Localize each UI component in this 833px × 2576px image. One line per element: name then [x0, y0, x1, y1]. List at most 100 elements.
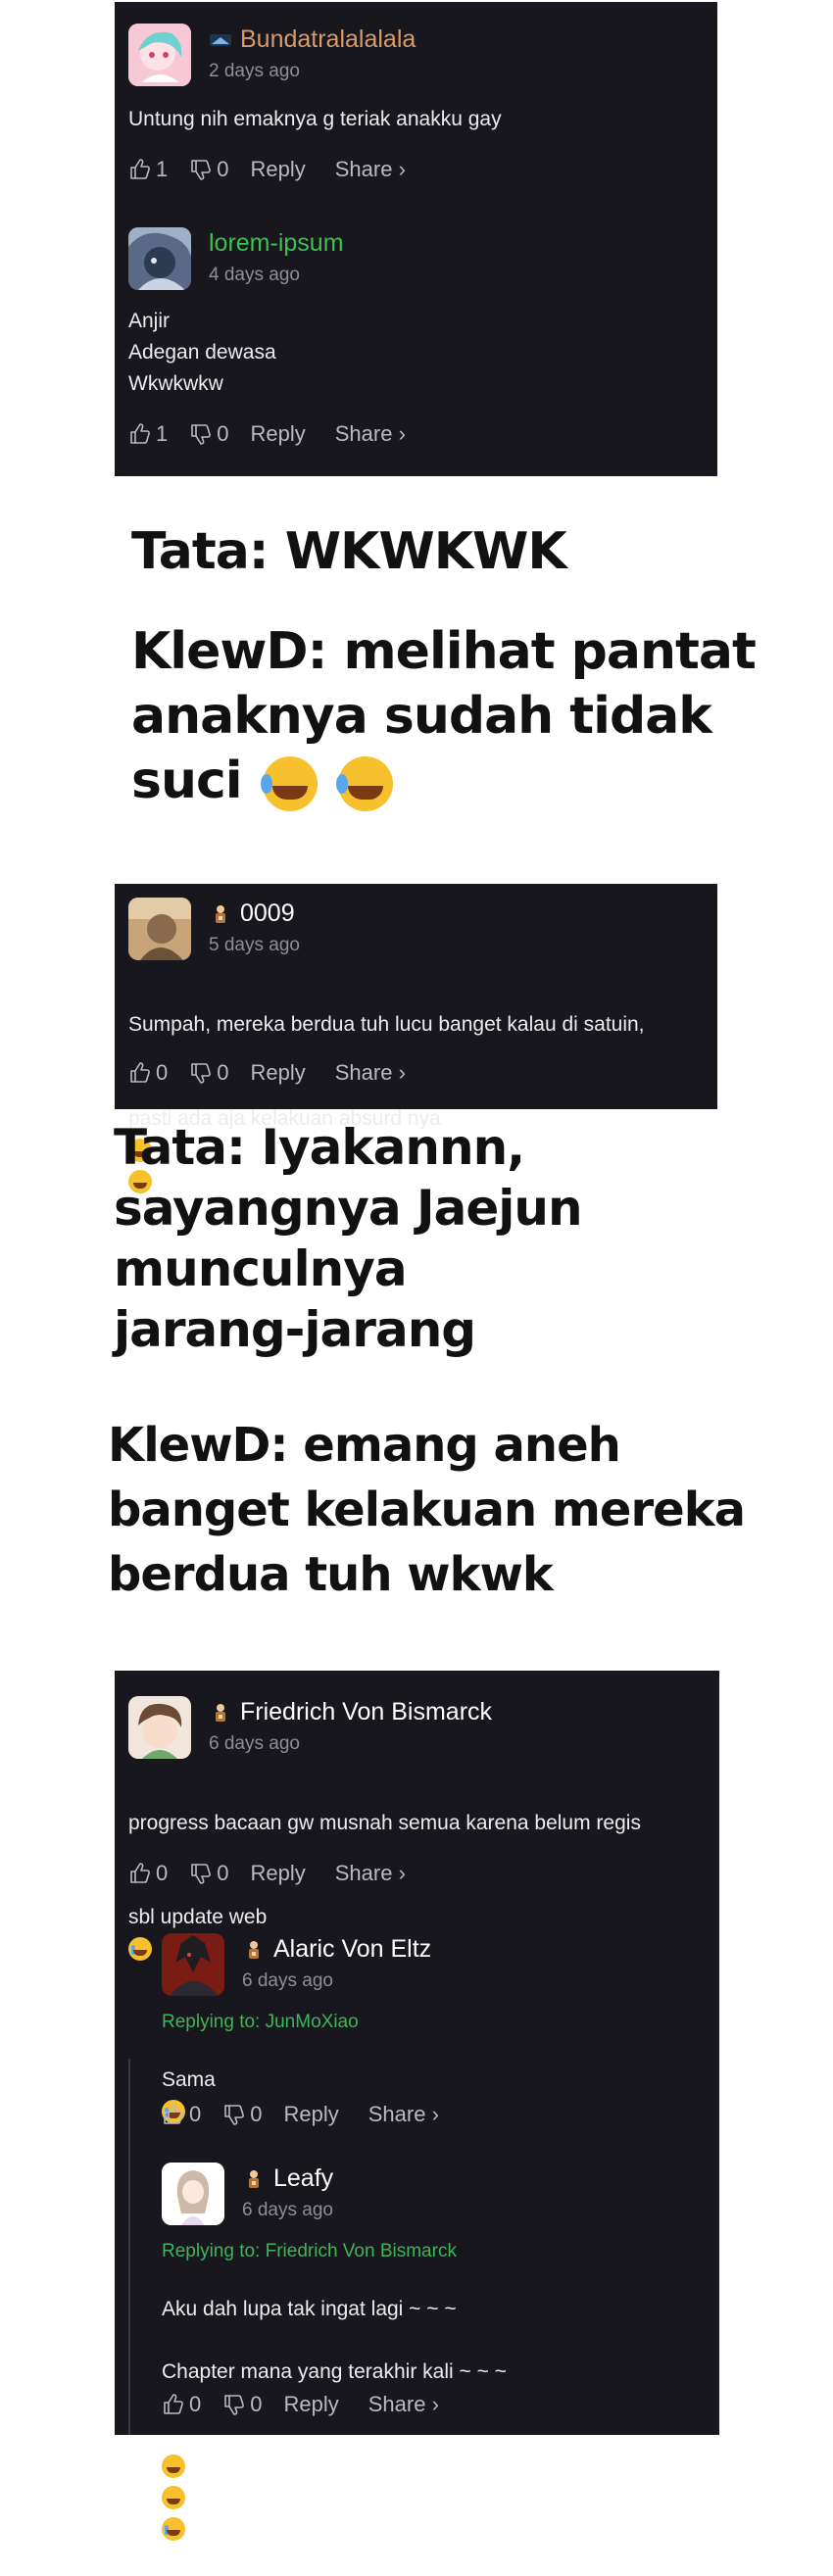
thumb-up-icon: [130, 159, 150, 179]
thumb-down-icon: [224, 2105, 245, 2125]
dislike-button[interactable]: 0: [189, 1060, 229, 1086]
dislike-button[interactable]: 0: [222, 2392, 263, 2417]
thread-line: [128, 2059, 130, 2435]
emoji-row: [162, 2419, 507, 2545]
avatar[interactable]: [162, 1933, 224, 1996]
comment-item: 0009 5 days ago Sumpah, mereka berdua tu…: [128, 898, 704, 1194]
share-button[interactable]: Share ›: [335, 157, 406, 182]
like-button[interactable]: 1: [128, 157, 168, 182]
share-button[interactable]: Share ›: [368, 2392, 439, 2417]
like-button[interactable]: 0: [162, 2102, 201, 2127]
comment-text-content: Sama: [162, 2068, 216, 2091]
rolling-laugh-emoji: [162, 2454, 185, 2479]
username-text[interactable]: Friedrich Von Bismarck: [240, 1698, 492, 1726]
rolling-laugh-emoji: [260, 756, 318, 811]
comment-text: Anjir Adegan dewasa Wkwkwkw: [128, 310, 276, 395]
avatar[interactable]: [128, 898, 191, 960]
like-button[interactable]: 0: [162, 2392, 201, 2417]
avatar[interactable]: [128, 227, 191, 290]
comment-text-line: Chapter mana yang terakhir kali ~ ~ ~: [162, 2360, 507, 2383]
badge-icon: [242, 2167, 266, 2191]
dislike-button[interactable]: 0: [189, 157, 229, 182]
dislike-count: 0: [250, 2392, 263, 2416]
comment-text-line-content: sbl update web: [128, 1906, 268, 1928]
reply-button[interactable]: Reply: [251, 1060, 306, 1086]
caption-line: munculnya: [114, 1240, 408, 1297]
timestamp: 5 days ago: [209, 935, 300, 955]
dislike-count: 0: [217, 1060, 229, 1085]
comment-text-line: progress bacaan gw musnah semua karena b…: [128, 1812, 641, 1834]
username[interactable]: Alaric Von Eltz: [242, 1935, 431, 1964]
reply-item: Leafy 6 days ago Replying to: Friedrich …: [162, 2163, 706, 2542]
like-count: 0: [156, 1861, 169, 1885]
thumb-up-icon: [130, 1863, 150, 1883]
username-text[interactable]: Leafy: [273, 2164, 333, 2193]
comment-text: Untung nih emaknya g teriak anakku gay: [128, 108, 502, 130]
username[interactable]: Leafy: [242, 2164, 333, 2193]
username[interactable]: Friedrich Von Bismarck: [209, 1698, 492, 1726]
dislike-count: 0: [217, 1861, 229, 1885]
reply-button[interactable]: Reply: [284, 2102, 339, 2127]
reply-item: Alaric Von Eltz 6 days ago Replying to: …: [162, 1933, 706, 2129]
comment-text: Aku dah lupa tak ingat lagi ~ ~ ~ Chapte…: [162, 2262, 507, 2576]
username-text[interactable]: 0009: [240, 899, 295, 928]
timestamp: 4 days ago: [209, 265, 300, 285]
caption-line: KlewD: melihat pantat: [131, 622, 757, 681]
reply-button[interactable]: Reply: [284, 2392, 339, 2417]
replying-to-link[interactable]: Replying to: JunMoXiao: [162, 2012, 359, 2033]
dislike-button[interactable]: 0: [222, 2102, 263, 2127]
replying-to-link[interactable]: Replying to: Friedrich Von Bismarck: [162, 2241, 457, 2262]
dislike-count: 0: [217, 157, 229, 181]
caption-line: berdua tuh wkwk: [108, 1547, 554, 1602]
timestamp: 6 days ago: [209, 1733, 300, 1754]
comment-actions: 1 0 Reply Share ›: [128, 421, 427, 447]
like-count: 1: [156, 157, 169, 181]
thumb-up-icon: [164, 2394, 183, 2414]
like-button[interactable]: 0: [128, 1060, 168, 1086]
like-button[interactable]: 1: [128, 421, 168, 447]
thumb-down-icon: [224, 2395, 245, 2415]
rolling-laugh-emoji: [335, 756, 393, 811]
avatar[interactable]: [128, 24, 191, 86]
crying-emoji: [128, 1937, 152, 1962]
thumb-up-icon: [130, 423, 150, 444]
username-text[interactable]: Bundatralalalala: [240, 25, 416, 54]
like-count: 0: [189, 2392, 202, 2416]
caption-line: Tata: WKWKWK: [131, 522, 567, 581]
reply-button[interactable]: Reply: [251, 421, 306, 447]
comment-item: lorem-ipsum 4 days ago Anjir Adegan dewa…: [128, 227, 704, 446]
thumb-down-icon: [191, 424, 212, 445]
share-button[interactable]: Share ›: [368, 2102, 439, 2127]
timestamp: 2 days ago: [209, 61, 300, 81]
share-button[interactable]: Share ›: [335, 1861, 406, 1886]
username[interactable]: 0009: [209, 899, 295, 928]
username-text[interactable]: Alaric Von Eltz: [273, 1935, 431, 1964]
username[interactable]: lorem-ipsum: [209, 229, 344, 258]
comment-actions: 0 0 Reply Share ›: [162, 2392, 461, 2417]
comment-text-line: Aku dah lupa tak ingat lagi ~ ~ ~: [162, 2298, 457, 2320]
timestamp: 6 days ago: [242, 1970, 333, 1991]
rolling-laugh-emoji: [162, 2486, 185, 2510]
reply-button[interactable]: Reply: [251, 157, 306, 182]
caption-line: suci: [131, 752, 243, 810]
username[interactable]: Bundatralalalala: [209, 25, 416, 54]
dislike-button[interactable]: 0: [189, 1861, 229, 1886]
comment-panel-1: Bundatralalalala 2 days ago Untung nih e…: [115, 2, 717, 476]
avatar[interactable]: [162, 2163, 224, 2225]
thumb-up-icon: [130, 1062, 150, 1083]
username-text[interactable]: lorem-ipsum: [209, 229, 344, 258]
dislike-count: 0: [250, 2102, 263, 2126]
share-button[interactable]: Share ›: [335, 1060, 406, 1086]
dislike-button[interactable]: 0: [189, 421, 229, 447]
thumb-down-icon: [191, 1063, 212, 1084]
comment-panel-2: 0009 5 days ago Sumpah, mereka berdua tu…: [115, 884, 717, 1194]
badge-icon: [209, 28, 232, 52]
crying-emoji: [162, 2517, 185, 2542]
comment-actions: 0 0 Reply Share ›: [162, 2102, 461, 2127]
reply-button[interactable]: Reply: [251, 1861, 306, 1886]
like-button[interactable]: 0: [128, 1861, 168, 1886]
share-button[interactable]: Share ›: [335, 421, 406, 447]
avatar[interactable]: [128, 1696, 191, 1759]
caption-line: jarang-jarang: [114, 1301, 476, 1358]
like-count: 0: [189, 2102, 202, 2126]
